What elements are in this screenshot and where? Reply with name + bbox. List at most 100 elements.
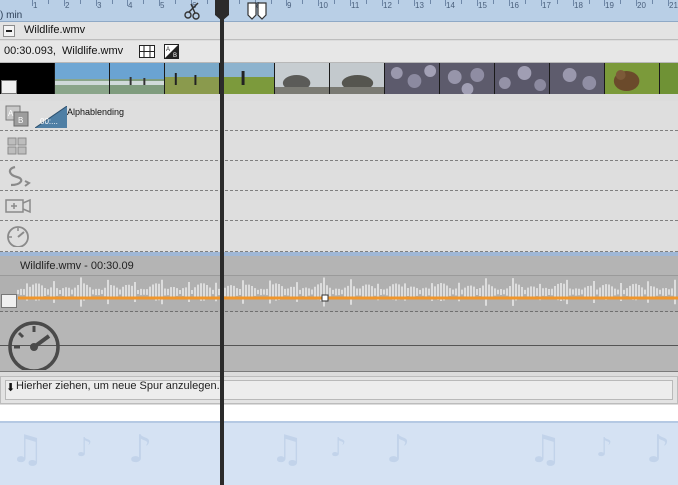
ruler-subtick: [48, 0, 49, 4]
video-thumbnail: [605, 63, 660, 94]
drop-zone-text: Hierher ziehen, um neue Spur anzulegen.: [16, 380, 220, 392]
new-track-drop-zone[interactable]: ⬇ Hierher ziehen, um neue Spur anzulegen…: [0, 376, 678, 404]
track-toggle-icon[interactable]: [1, 80, 17, 94]
audio-track-header[interactable]: Wildlife.wmv - 00:30.09: [0, 256, 678, 276]
drop-arrow-icon: ⬇: [6, 382, 16, 394]
ruler-tick-label: 14: [446, 1, 455, 10]
ab-transition-icon[interactable]: A B: [164, 44, 179, 59]
video-thumbnail: [220, 63, 275, 94]
volume-keyframe-handle[interactable]: [321, 294, 329, 302]
playhead-knob-icon[interactable]: [213, 0, 231, 22]
music-track-area[interactable]: ♫ ♪ ♪ ♫ ♪ ♪ ♫ ♪ ♪: [0, 421, 678, 485]
music-note-icon: ♪: [596, 433, 613, 463]
music-note-icon: ♪: [128, 427, 153, 471]
music-note-icon: ♫: [528, 427, 563, 471]
blend-duration: 00:...: [40, 117, 58, 126]
effect-row-path[interactable]: [0, 161, 678, 191]
video-thumbnail: [330, 63, 385, 94]
blend-effect-icon: A B: [5, 105, 29, 127]
music-note-icon: ♪: [386, 427, 411, 471]
video-thumbnail: [495, 63, 550, 94]
ruler-subtick: [207, 0, 208, 4]
svg-text:B: B: [173, 53, 177, 59]
clip-filename: Wildlife.wmv: [62, 45, 124, 57]
effect-row-blending[interactable]: A B 00:... Alphablending: [0, 101, 678, 131]
ruler-tick-label: 16: [510, 1, 519, 10]
ruler-subtick: [652, 0, 653, 4]
ruler-subtick: [80, 0, 81, 4]
video-thumbnail: [660, 63, 678, 94]
effect-row-speed[interactable]: [0, 221, 678, 252]
ruler-subtick: [525, 0, 526, 4]
playhead-line[interactable]: [220, 14, 224, 485]
marker-flags-icon[interactable]: [246, 1, 268, 21]
ruler-tick-label: 2: [65, 1, 70, 10]
waveform-path: [17, 277, 676, 307]
ruler-subtick: [620, 0, 621, 4]
ruler-tick-label: 15: [478, 1, 487, 10]
ruler-tick-label: 11: [351, 1, 360, 10]
audio-track-toggle-icon[interactable]: [1, 294, 17, 308]
ruler-subtick: [334, 0, 335, 4]
ruler-subtick: [112, 0, 113, 4]
video-thumbnail-strip[interactable]: [0, 63, 678, 94]
video-thumbnail: [550, 63, 605, 94]
effect-row-zoom[interactable]: [0, 191, 678, 221]
ruler-tick-label: 18: [574, 1, 583, 10]
ruler-subtick: [430, 0, 431, 4]
ruler-subtick: [366, 0, 367, 4]
scissors-icon[interactable]: [183, 2, 203, 20]
zoom-camera-icon: [5, 198, 31, 214]
ruler-tick-label: 20: [637, 1, 646, 10]
video-thumbnail: [110, 63, 165, 94]
ruler-tick-label: 10: [319, 1, 328, 10]
blend-label: Alphablending: [67, 107, 125, 117]
video-thumbnail: [385, 63, 440, 94]
svg-text:A: A: [166, 47, 170, 53]
audio-waveform[interactable]: [0, 276, 678, 312]
video-thumbnail: [165, 63, 220, 94]
video-thumbnail: [440, 63, 495, 94]
speedometer-icon: [7, 226, 29, 247]
curve-path-icon: [8, 165, 31, 187]
audio-speed-row[interactable]: [0, 312, 678, 372]
music-note-icon: ♫: [10, 427, 45, 471]
ruler-tick-label: 13: [415, 1, 424, 10]
ruler-tick-label: 19: [605, 1, 614, 10]
video-clip-info[interactable]: 00:30.093, Wildlife.wmv A B: [0, 41, 678, 63]
video-thumbnail: [55, 63, 110, 94]
ruler-tick-label: 5: [160, 1, 165, 10]
music-note-icon: ♪: [330, 433, 347, 463]
audio-track-title: Wildlife.wmv - 00:30.09: [20, 260, 134, 272]
area-separator: [0, 405, 678, 421]
ruler-tick-label: 17: [542, 1, 551, 10]
ruler-tick-label: 9: [287, 1, 292, 10]
ruler-subtick: [302, 0, 303, 4]
music-note-icon: ♫: [270, 427, 305, 471]
speed-baseline: [0, 345, 678, 346]
svg-text:B: B: [18, 116, 23, 125]
svg-text:A: A: [8, 109, 14, 118]
ruler-subtick: [398, 0, 399, 4]
collapse-track-button[interactable]: [3, 25, 15, 37]
ruler-tick-label: 12: [383, 1, 392, 10]
clip-time: 00:30.093,: [4, 45, 56, 57]
ruler-tick-label: 1: [33, 1, 38, 10]
timeline-ruler[interactable]: ) min 123456789101112131415161718192021: [0, 0, 678, 22]
music-note-icon: ♪: [76, 433, 93, 463]
video-track-header[interactable]: Wildlife.wmv: [0, 22, 678, 40]
effect-row-image[interactable]: [0, 131, 678, 161]
ruler-unit-label: ) min: [0, 10, 23, 21]
ruler-subtick: [271, 0, 272, 4]
image-effect-icon: [7, 137, 27, 155]
film-icon[interactable]: [139, 45, 155, 58]
speedometer-large-icon: [8, 321, 60, 370]
ruler-tick-label: 3: [97, 1, 102, 10]
music-note-icon: ♪: [646, 427, 671, 471]
ruler-tick-label: 4: [128, 1, 133, 10]
video-thumbnail: [275, 63, 330, 94]
waveform-graphic: [17, 277, 678, 307]
ruler-subtick: [143, 0, 144, 4]
ruler-subtick: [493, 0, 494, 4]
ruler-subtick: [557, 0, 558, 4]
